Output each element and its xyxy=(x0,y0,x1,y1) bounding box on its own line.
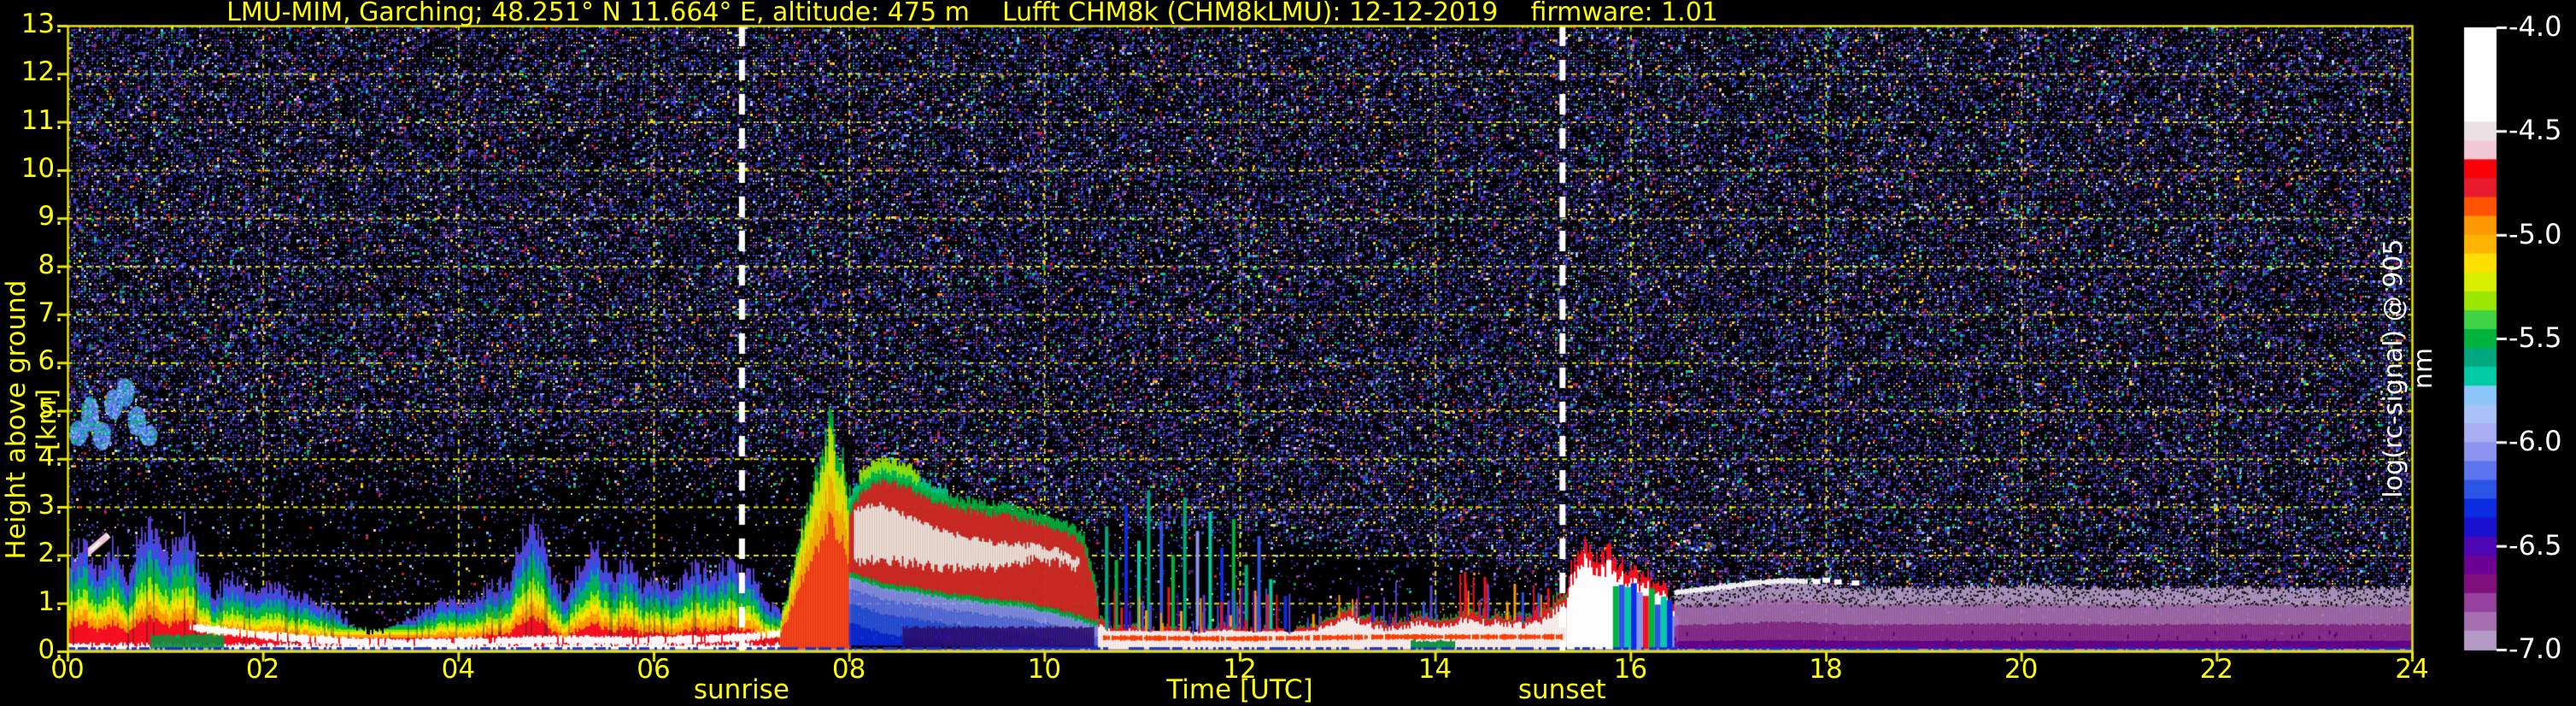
x-tick-label: 22 xyxy=(2199,654,2234,685)
x-tick-label: 14 xyxy=(1417,654,1452,685)
y-tick-label: 2. xyxy=(38,538,63,569)
y-tick-label: 0. xyxy=(38,634,63,665)
colorbar-tick-label: -5.0 xyxy=(2509,217,2562,250)
x-tick-label: 20 xyxy=(2004,654,2039,685)
y-tick-label: 8. xyxy=(38,249,63,280)
colorbar-label: log(rc-signal) @ 905 nm xyxy=(2379,238,2438,498)
y-tick-label: 1. xyxy=(38,585,63,617)
ceilometer-quicklook-figure: LMU-MIM, Garching; 48.251° N 11.664° E, … xyxy=(0,0,2576,706)
page-title: LMU-MIM, Garching; 48.251° N 11.664° E, … xyxy=(226,0,1718,27)
x-tick-label: 02 xyxy=(245,654,280,685)
x-tick-label: 04 xyxy=(441,654,476,685)
x-tick-label: 08 xyxy=(831,654,866,685)
x-tick-label: 24 xyxy=(2395,654,2429,685)
colorbar-tick-label: -7.0 xyxy=(2509,632,2562,665)
plot-canvas xyxy=(0,0,2576,706)
y-tick-label: 10. xyxy=(21,152,63,184)
x-tick-label: 06 xyxy=(637,654,671,685)
colorbar-tick-label: -6.0 xyxy=(2509,425,2562,458)
y-tick-label: 9. xyxy=(38,201,63,232)
y-tick-label: 5. xyxy=(38,393,63,425)
x-tick-label: 16 xyxy=(1613,654,1648,685)
x-tick-label: 10 xyxy=(1027,654,1062,685)
colorbar-tick-label: -6.5 xyxy=(2509,528,2562,562)
y-tick-label: 3. xyxy=(38,490,63,521)
colorbar-tick-label: -4.5 xyxy=(2509,114,2562,147)
colorbar-tick-label: -5.5 xyxy=(2509,321,2562,354)
y-tick-label: 12. xyxy=(21,56,63,88)
y-tick-label: 11. xyxy=(21,104,63,136)
y-tick-label: 7. xyxy=(38,297,63,328)
annotation-sunrise: sunrise xyxy=(693,674,789,705)
x-tick-label: 12 xyxy=(1223,654,1257,685)
y-tick-label: 6. xyxy=(38,345,63,377)
colorbar-tick-label: -4.0 xyxy=(2509,10,2562,43)
y-tick-label: 13. xyxy=(21,9,63,39)
y-tick-label: 4. xyxy=(38,441,63,473)
annotation-sunset: sunset xyxy=(1517,674,1606,705)
x-tick-label: 18 xyxy=(1809,654,1843,685)
